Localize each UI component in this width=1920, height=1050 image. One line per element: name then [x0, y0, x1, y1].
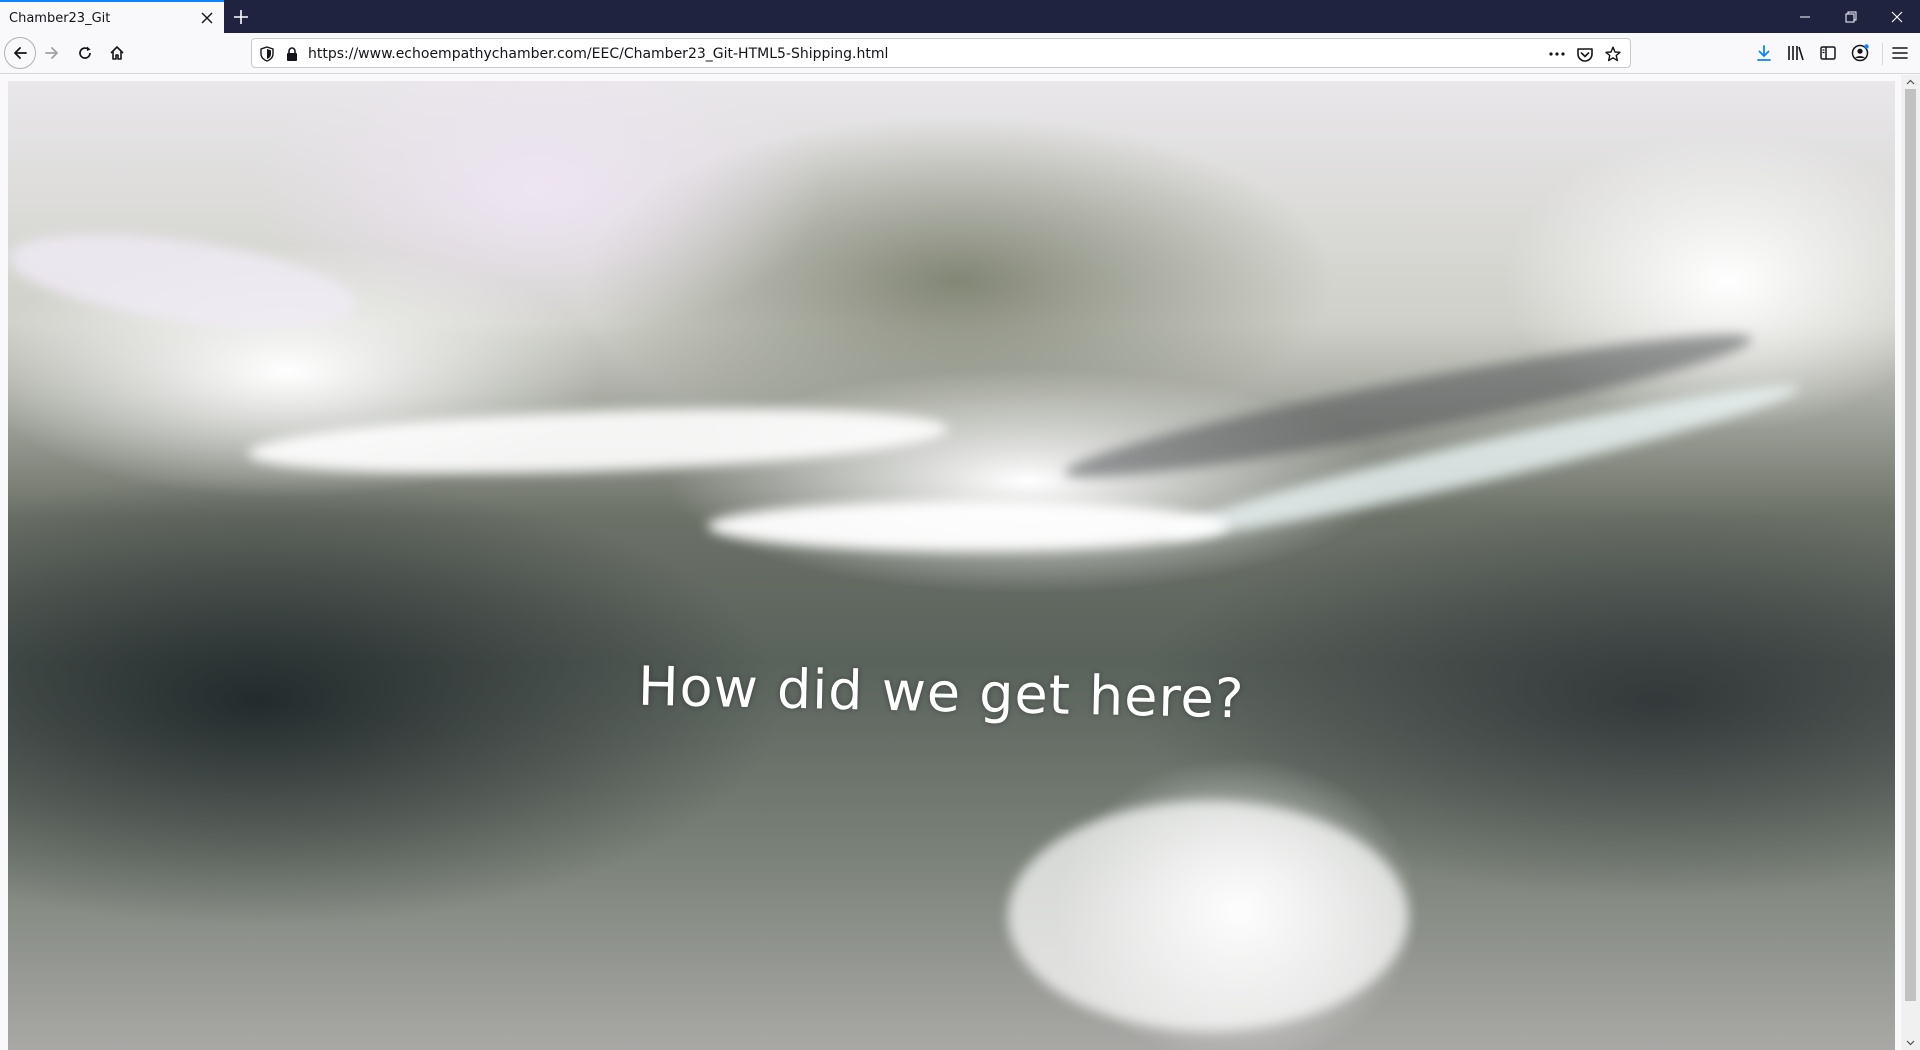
url-bar[interactable]: https://www.echoempathychamber.com/EEC/C…	[251, 38, 1631, 68]
light-streak	[247, 398, 949, 484]
reload-icon	[79, 46, 91, 59]
scroll-up-arrow[interactable]	[1901, 75, 1920, 89]
library-icon	[1788, 46, 1804, 61]
hamburger-icon	[1892, 47, 1908, 59]
close-icon[interactable]	[198, 9, 216, 27]
chevron-up-icon	[1906, 79, 1915, 85]
tab-title: Chamber23_Git	[9, 11, 111, 26]
new-tab-button[interactable]	[229, 5, 253, 29]
star-icon	[1605, 46, 1621, 62]
light-streak	[708, 501, 1228, 551]
home-button[interactable]	[101, 37, 133, 69]
minimize-button[interactable]	[1782, 0, 1828, 33]
bookmark-button[interactable]	[1603, 44, 1623, 64]
webgl-scene-canvas[interactable]: How did we get here?	[8, 81, 1895, 1050]
scrollbar-thumb[interactable]	[1905, 89, 1916, 1001]
sidebar-button[interactable]	[1816, 41, 1840, 65]
back-button[interactable]	[4, 37, 36, 69]
account-icon	[1851, 44, 1869, 62]
scene-caption: How did we get here?	[637, 654, 1246, 731]
download-icon	[1757, 45, 1771, 61]
menu-button[interactable]	[1888, 41, 1912, 65]
close-icon	[1891, 11, 1903, 22]
reload-button[interactable]	[69, 37, 101, 69]
light-streak	[8, 217, 362, 345]
home-icon	[110, 46, 124, 60]
scroll-down-arrow[interactable]	[1901, 1036, 1920, 1050]
account-button[interactable]	[1848, 41, 1872, 65]
downloads-button[interactable]	[1752, 41, 1776, 65]
library-button[interactable]	[1784, 41, 1808, 65]
close-window-button[interactable]	[1874, 0, 1920, 33]
tab-chamber23[interactable]: Chamber23_Git	[0, 0, 224, 33]
lock-icon[interactable]	[282, 44, 302, 64]
minimize-icon	[1800, 16, 1810, 17]
more-icon	[1549, 52, 1565, 56]
navigation-toolbar: https://www.echoempathychamber.com/EEC/C…	[0, 33, 1920, 74]
pocket-icon	[1577, 47, 1593, 62]
restore-button[interactable]	[1828, 0, 1874, 33]
shield-icon[interactable]	[257, 44, 277, 64]
url-text[interactable]: https://www.echoempathychamber.com/EEC/C…	[308, 46, 888, 62]
forward-button[interactable]	[36, 37, 68, 69]
pocket-button[interactable]	[1575, 44, 1595, 64]
chevron-down-icon	[1906, 1040, 1915, 1046]
arrow-right-icon	[45, 47, 58, 59]
toolbar-divider	[1882, 43, 1883, 65]
sidebar-icon	[1820, 46, 1836, 60]
restore-icon	[1845, 11, 1857, 22]
vertical-scrollbar[interactable]	[1901, 75, 1920, 1050]
plus-icon	[234, 10, 248, 24]
page-actions-button[interactable]	[1547, 44, 1567, 64]
page-content: How did we get here?	[0, 75, 1920, 1050]
arrow-left-icon	[14, 47, 27, 59]
light-burst	[1008, 801, 1408, 1031]
title-bar: Chamber23_Git	[0, 0, 1920, 33]
